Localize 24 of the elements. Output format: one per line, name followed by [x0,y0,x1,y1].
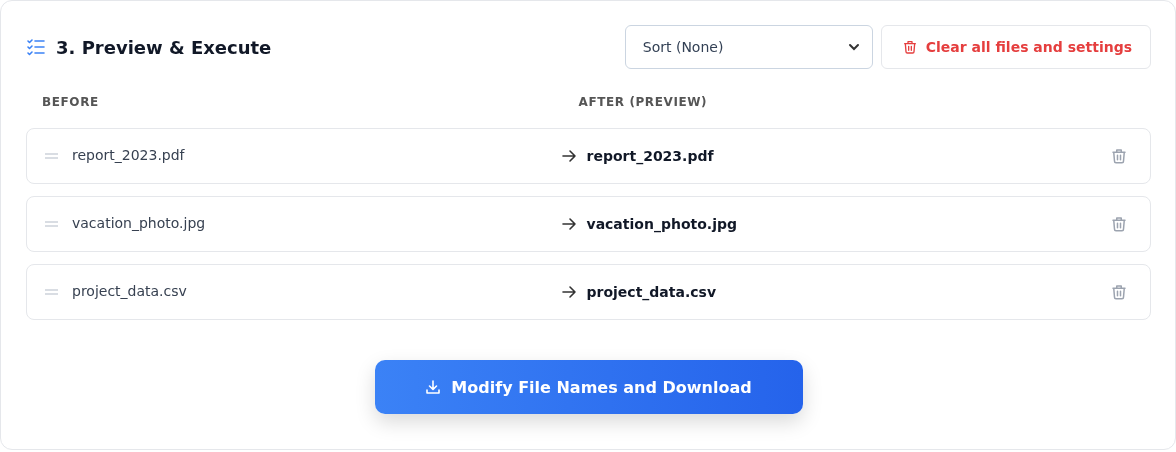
checklist-icon [26,37,46,57]
new-file-name: report_2023.pdf [586,148,714,164]
arrow-right-icon [560,148,577,164]
sort-dropdown[interactable]: Sort (None) [624,25,873,69]
download-icon [425,379,442,395]
arrow-right-icon [560,216,577,232]
drag-handle-icon[interactable] [45,289,58,295]
new-file-name: vacation_photo.jpg [586,216,737,232]
clear-all-button[interactable]: Clear all files and settings [880,25,1151,69]
drag-handle-icon[interactable] [45,221,58,227]
trash-icon [901,39,918,55]
new-file-name: project_data.csv [586,284,716,300]
drag-handle-icon[interactable] [45,153,58,159]
original-file-name: project_data.csv [72,283,187,299]
original-file-name: report_2023.pdf [72,147,185,163]
chevron-down-icon [847,41,860,53]
column-header: AFTER (PREVIEW) [578,95,709,109]
delete-icon[interactable] [1110,147,1128,165]
delete-icon[interactable] [1110,283,1128,301]
download-button[interactable]: Modify File Names and Download [374,360,803,414]
original-file-name: vacation_photo.jpg [72,215,206,231]
delete-icon[interactable] [1110,215,1128,233]
arrow-right-icon [560,284,577,300]
section-title: 3. Preview & Execute [56,36,272,58]
